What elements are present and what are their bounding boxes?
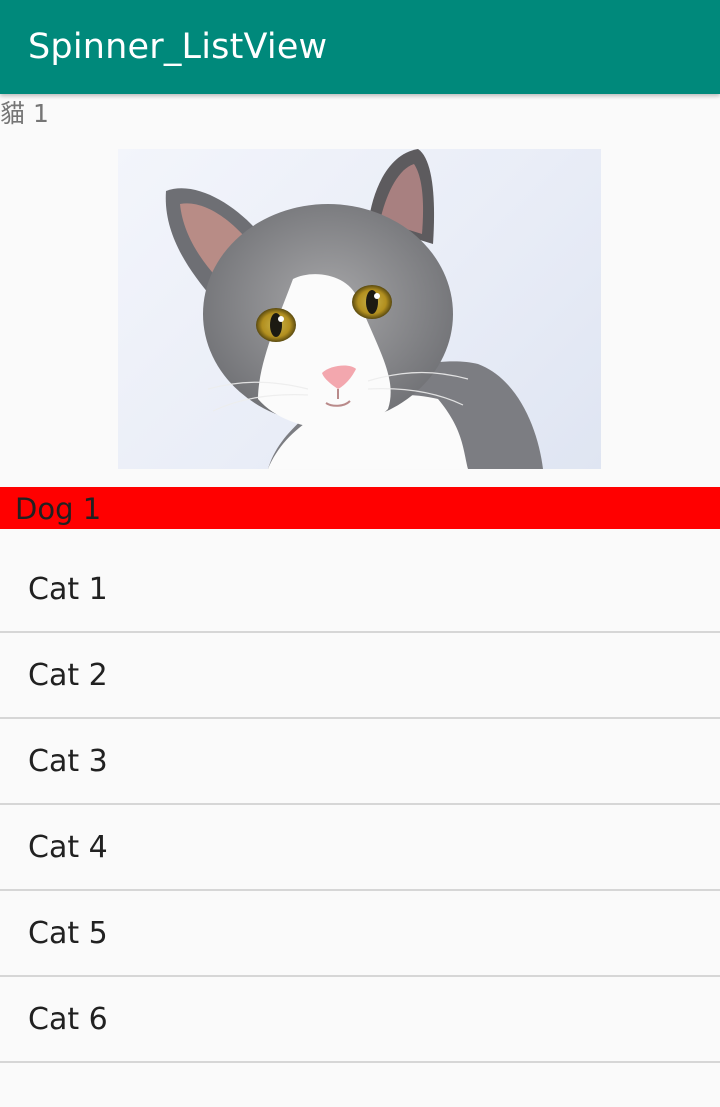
list-item[interactable]: Cat 6: [0, 977, 720, 1063]
cat-photo: [118, 149, 601, 469]
list-item[interactable]: Cat 2: [0, 633, 720, 719]
list-item-label: Cat 1: [28, 572, 108, 607]
selected-item-label: 貓 1: [0, 99, 49, 128]
list-item-label: Cat 5: [28, 916, 108, 951]
list-item-label: Cat 6: [28, 1002, 108, 1037]
cat-list[interactable]: Cat 1 Cat 2 Cat 3 Cat 4 Cat 5 Cat 6: [0, 547, 720, 1063]
list-item-label: Cat 3: [28, 744, 108, 779]
list-item[interactable]: Cat 5: [0, 891, 720, 977]
app-title: Spinner_ListView: [28, 27, 328, 67]
list-item[interactable]: Cat 4: [0, 805, 720, 891]
app-bar: Spinner_ListView: [0, 0, 720, 94]
list-item-label: Cat 2: [28, 658, 108, 693]
list-item[interactable]: Cat 1: [0, 547, 720, 633]
list-item-label: Cat 4: [28, 830, 108, 865]
list-item[interactable]: Cat 3: [0, 719, 720, 805]
spinner-selected-value: Dog 1: [15, 492, 102, 526]
spinner[interactable]: Dog 1: [0, 487, 720, 529]
